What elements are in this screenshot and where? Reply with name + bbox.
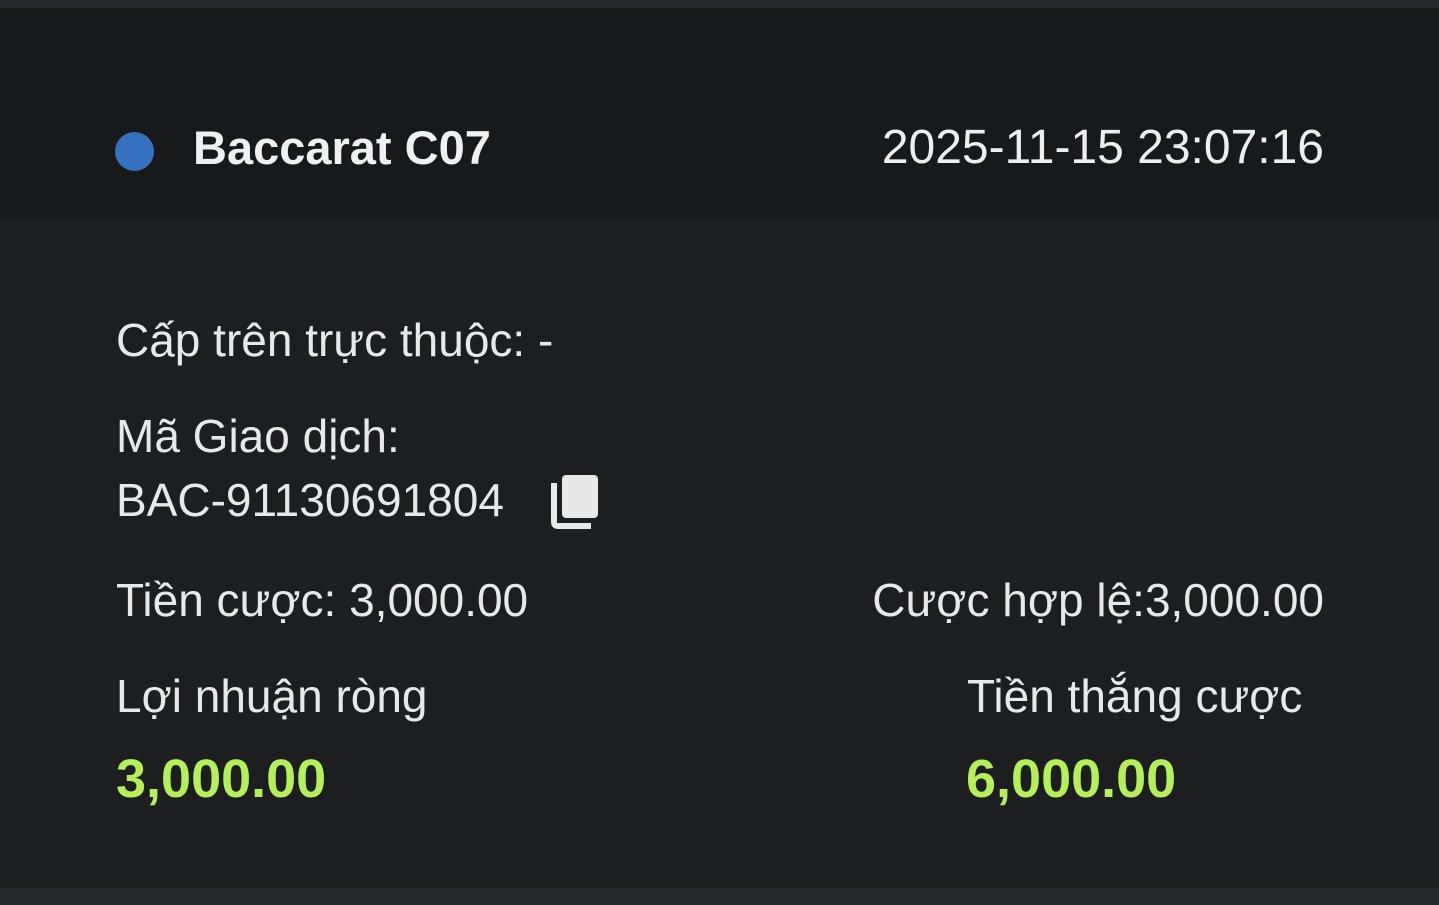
copy-icon-graphic bbox=[551, 475, 598, 529]
winnings-value: 6,000.00 bbox=[966, 749, 1177, 809]
stake-row: Tiền cược: 3,000.00 bbox=[116, 572, 528, 628]
valid-bet-value: 3,000.00 bbox=[1144, 574, 1324, 626]
net-profit-label: Lợi nhuận ròng bbox=[116, 670, 428, 722]
valid-bet-label: Cược hợp lệ: bbox=[872, 574, 1145, 626]
winnings-label: Tiền thắng cược bbox=[967, 670, 1303, 722]
stake-label: Tiền cược: bbox=[116, 574, 337, 626]
valid-bet-row: Cược hợp lệ:3,000.00 bbox=[872, 572, 1324, 628]
copy-icon[interactable] bbox=[548, 472, 602, 530]
bet-timestamp: 2025-11-15 23:07:16 bbox=[881, 121, 1324, 174]
net-profit-value: 3,000.00 bbox=[116, 749, 327, 809]
agent-row: Cấp trên trực thuộc: - bbox=[116, 312, 553, 368]
transaction-label: Mã Giao dịch: bbox=[116, 410, 400, 462]
agent-value: - bbox=[537, 314, 554, 366]
record-header bbox=[0, 8, 1439, 218]
transaction-id: BAC-91130691804 bbox=[116, 474, 504, 526]
game-name: Baccarat C07 bbox=[193, 121, 491, 174]
agent-label: Cấp trên trực thuộc: bbox=[116, 314, 526, 366]
top-divider bbox=[0, 0, 1439, 8]
stake-value: 3,000.00 bbox=[349, 574, 529, 626]
bottom-divider bbox=[0, 888, 1439, 905]
bet-record-card: Baccarat C07 2025-11-15 23:07:16 Cấp trê… bbox=[0, 0, 1439, 905]
status-dot-icon bbox=[115, 132, 154, 171]
